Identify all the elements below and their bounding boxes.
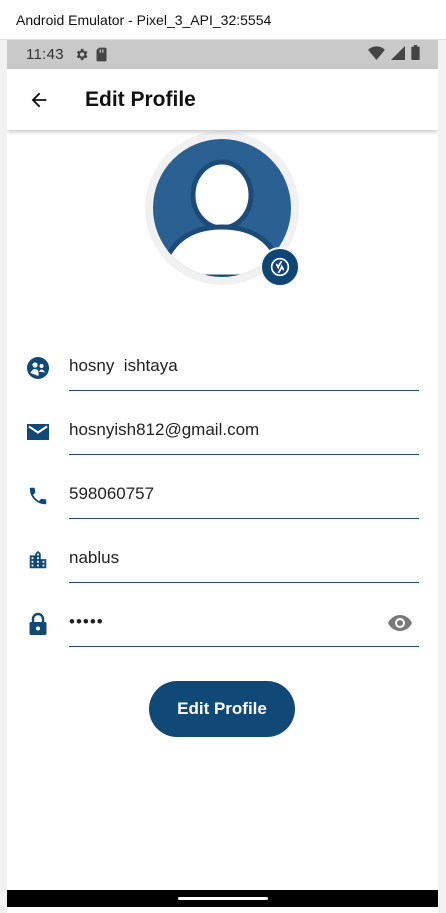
email-input[interactable] [69, 405, 419, 455]
desktop-background-left [0, 40, 7, 913]
name-field [25, 341, 420, 393]
signal-icon [391, 45, 405, 64]
toggle-password-visibility-button[interactable] [386, 611, 414, 635]
sd-card-icon [95, 47, 108, 62]
desktop-background-right [438, 40, 446, 913]
status-bar: 11:43 [7, 40, 438, 69]
phone-field [25, 469, 420, 521]
eye-icon [388, 615, 412, 631]
city-field [25, 533, 420, 585]
status-time: 11:43 [26, 46, 64, 63]
camera-icon [270, 257, 290, 277]
profile-avatar[interactable] [145, 131, 300, 287]
phone-icon [25, 483, 51, 509]
app-bar: Edit Profile [7, 69, 438, 130]
change-photo-button[interactable] [260, 247, 300, 287]
city-input[interactable] [69, 533, 419, 583]
password-field [25, 597, 420, 649]
email-icon [25, 419, 51, 445]
phone-input[interactable] [69, 469, 419, 519]
phone-screen: 11:43 Edit Profile hosny ishtaya hosnyis… [7, 40, 438, 890]
city-icon [25, 547, 51, 573]
battery-icon [411, 45, 420, 64]
settings-icon [74, 47, 89, 62]
arrow-back-icon [31, 92, 47, 107]
wifi-icon [368, 45, 385, 64]
edit-profile-button[interactable]: Edit Profile [149, 681, 295, 737]
home-gesture-handle[interactable] [178, 897, 268, 900]
emulator-title-bar[interactable]: Android Emulator - Pixel_3_API_32:5554 [0, 0, 446, 40]
emulator-window-title: Android Emulator - Pixel_3_API_32:5554 [16, 11, 272, 28]
back-button[interactable] [19, 80, 59, 120]
lock-icon [25, 611, 51, 637]
navigation-bar [7, 890, 438, 907]
page-title: Edit Profile [85, 87, 196, 111]
email-field [25, 405, 420, 457]
name-input[interactable] [69, 341, 419, 391]
password-input[interactable] [69, 597, 419, 647]
person-icon [25, 355, 51, 381]
